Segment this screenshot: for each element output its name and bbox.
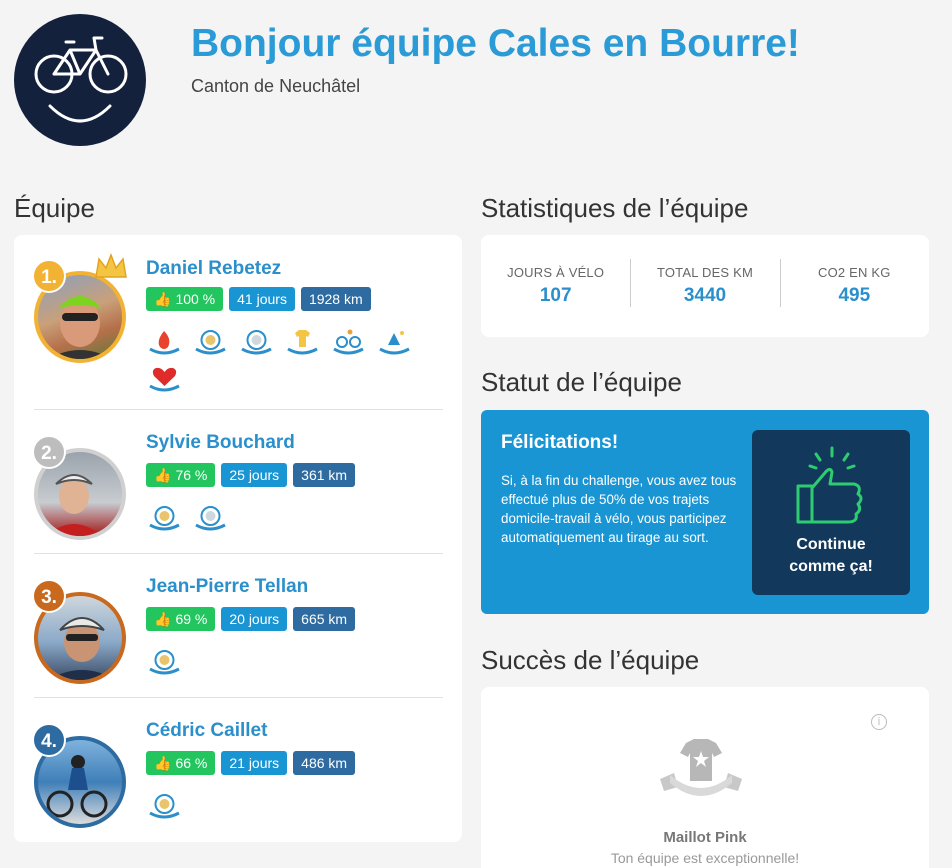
member-name[interactable]: Sylvie Bouchard [146,432,295,454]
page-title: Bonjour équipe Cales en Bourre! [191,22,800,65]
percent-value: 100 % [175,291,216,307]
days-pill: 21 jours [221,751,288,775]
thumbs-up-icon: 👍 [154,611,172,627]
percent-pill: 👍 76 % [146,463,216,487]
percent-pill: 👍 66 % [146,751,216,775]
success-section-title: Succès de l’équipe [481,645,700,675]
percent-value: 66 % [175,755,208,771]
thumbs-up-icon: 👍 [154,467,172,483]
badges [146,503,416,531]
days-pill: 20 jours [221,607,288,631]
percent-value: 69 % [175,611,208,627]
cyclist-badge-icon[interactable] [330,327,367,355]
crown-icon [94,252,128,286]
status-text: Si, à la fin du challenge, vous avez tou… [501,473,737,545]
celebrate-badge-icon[interactable] [376,327,413,355]
rank-badge: 2. [32,435,66,469]
km-pill: 361 km [293,463,356,487]
member-name[interactable]: Jean-Pierre Tellan [146,576,308,598]
success-card: i Maillot Pink Ton équipe est exceptionn… [481,687,929,868]
badge-name: Maillot Pink [663,829,747,846]
status-section-title: Statut de l’équipe [481,367,682,397]
rank-badge: 3. [32,579,66,613]
info-icon[interactable]: i [871,714,887,730]
medal-5-badge-icon[interactable] [146,647,183,675]
percent-value: 76 % [175,467,208,483]
stat-value: 107 [539,285,572,306]
stat-km: TOTAL DES KM 3440 [630,259,779,307]
fire-badge-icon[interactable] [146,327,183,355]
team-member: 4. Cédric Caillet 👍 66 % 21 jours 486 km [32,698,443,842]
team-section-title: Équipe [14,193,95,223]
page-subtitle: Canton de Neuchâtel [191,76,361,96]
medal-5-badge-icon[interactable] [146,791,183,819]
badge-description: Ton équipe est exceptionnelle! [610,850,800,866]
badges [146,647,416,675]
thumbs-up-icon [796,446,863,524]
rank-badge: 4. [32,723,66,757]
medal-5-badge-icon[interactable] [192,327,229,355]
stat-label: TOTAL DES KM [656,265,754,280]
stat-co2: CO2 EN KG 495 [779,259,929,307]
status-box-label: Continue comme ça! [789,536,873,575]
team-member: 3. Jean-Pierre Tellan 👍 69 % 20 jours 66… [32,554,443,698]
stat-value: 3440 [683,285,727,306]
heart-badge-icon[interactable] [146,364,183,392]
km-pill: 1928 km [300,287,371,311]
status-title: Félicitations! [501,432,619,453]
thumbs-up-icon: 👍 [154,755,172,771]
stat-value: 495 [838,285,871,306]
member-name[interactable]: Daniel Rebetez [146,258,281,280]
stats-card: JOURS À VÉLO 107 TOTAL DES KM 3440 CO2 E… [481,235,929,337]
team-card: 1. Daniel Rebetez 👍 100 % 41 jours 1928 … [14,235,462,842]
stat-label: JOURS À VÉLO [507,265,605,280]
status-box: Continue comme ça! [752,430,910,595]
team-logo [14,14,146,146]
days-pill: 25 jours [221,463,288,487]
km-pill: 486 km [293,751,356,775]
km-pill: 665 km [293,607,356,631]
status-card: Félicitations! Si, à la fin du challenge… [481,410,929,614]
percent-pill: 👍 69 % [146,607,216,631]
medal-5-badge-icon[interactable] [146,503,183,531]
member-name[interactable]: Cédric Caillet [146,720,267,742]
team-member: 2. Sylvie Bouchard 👍 76 % 25 jours 361 k… [32,410,443,554]
stat-days: JOURS À VÉLO 107 [481,265,630,307]
jersey-trophy-icon [660,739,742,796]
medal-10-badge-icon[interactable] [238,327,275,355]
thumbs-up-icon: 👍 [154,291,172,307]
rank-badge: 1. [32,259,66,293]
badges [146,327,416,392]
medal-10-badge-icon[interactable] [192,503,229,531]
bike-smile-icon [34,36,128,123]
team-member: 1. Daniel Rebetez 👍 100 % 41 jours 1928 … [32,252,443,410]
stats-section-title: Statistiques de l’équipe [481,193,749,223]
percent-pill: 👍 100 % [146,287,224,311]
stat-label: CO2 EN KG [818,265,891,280]
jersey-badge-icon[interactable] [284,327,321,355]
days-pill: 41 jours [229,287,295,311]
badges [146,791,416,819]
